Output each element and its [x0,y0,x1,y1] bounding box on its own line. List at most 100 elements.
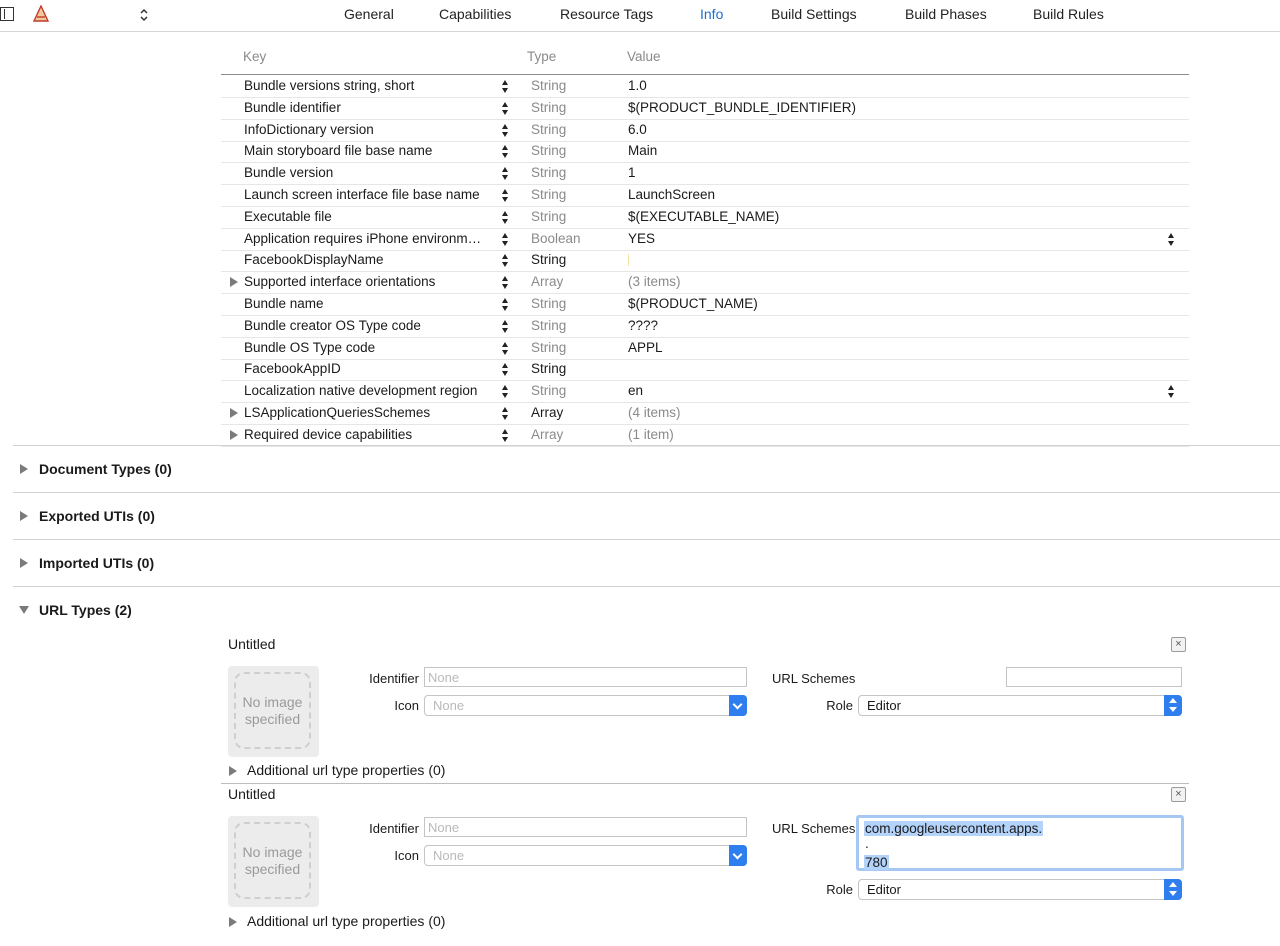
disclosure-right-icon[interactable] [229,917,237,927]
url-type-image-well[interactable]: No image specified [228,666,319,757]
plist-key[interactable]: FacebookDisplayName [244,252,494,267]
plist-type[interactable]: String [531,122,566,137]
plist-row[interactable]: Bundle version String 1 [221,163,1189,186]
plist-value[interactable]: YES [628,231,655,246]
plist-row[interactable]: Localization native development region St… [221,381,1189,404]
plist-value[interactable]: (1 item) [628,427,674,442]
tab-capabilities[interactable]: Capabilities [439,6,511,22]
close-icon[interactable]: × [1171,787,1186,802]
navigator-toggle-icon[interactable] [0,7,14,21]
chevron-up-down-icon[interactable] [1164,695,1182,716]
plist-type[interactable]: String [531,296,566,311]
key-stepper-icon[interactable] [501,253,511,269]
project-target-icon[interactable] [32,4,50,23]
plist-value[interactable]: ???? [628,318,658,333]
tab-info[interactable]: Info [700,6,723,22]
plist-key[interactable]: Bundle OS Type code [244,340,494,355]
plist-row[interactable]: Supported interface orientations Array (3 … [221,272,1189,295]
key-stepper-icon[interactable] [501,210,511,226]
plist-value[interactable]: 6.0 [628,122,647,137]
plist-value[interactable]: en [628,383,643,398]
plist-key[interactable]: Required device capabilities [244,427,494,442]
target-selector-chevron-icon[interactable] [139,7,149,23]
value-popup-stepper-icon[interactable] [1167,232,1177,248]
key-stepper-icon[interactable] [501,166,511,182]
key-stepper-icon[interactable] [501,232,511,248]
plist-row[interactable]: FacebookDisplayName String [221,250,1189,273]
plist-value[interactable]: (4 items) [628,405,681,420]
section-document-types[interactable]: Document Types (0) [39,461,172,477]
plist-type[interactable]: String [531,78,566,93]
tab-build-settings[interactable]: Build Settings [771,6,857,22]
section-url-types[interactable]: URL Types (2) [39,602,132,618]
tab-build-rules[interactable]: Build Rules [1033,6,1104,22]
key-stepper-icon[interactable] [501,101,511,117]
plist-row[interactable]: FacebookAppID String [221,359,1189,382]
plist-key[interactable]: Bundle name [244,296,494,311]
plist-value[interactable]: LaunchScreen [628,187,715,202]
disclosure-right-icon[interactable] [230,429,238,440]
plist-type[interactable]: String [531,318,566,333]
plist-type[interactable]: Array [531,405,563,420]
disclosure-right-icon[interactable] [20,511,28,521]
plist-type[interactable]: String [531,340,566,355]
disclosure-right-icon[interactable] [229,766,237,776]
plist-row[interactable]: Bundle creator OS Type code String???? [221,316,1189,338]
plist-type[interactable]: String [531,100,566,115]
icon-popup[interactable]: None [424,845,747,866]
key-stepper-icon[interactable] [501,297,511,313]
plist-key[interactable]: Launch screen interface file base name [244,187,494,202]
key-stepper-icon[interactable] [501,384,511,400]
disclosure-right-icon[interactable] [230,408,238,418]
plist-type[interactable]: String [531,187,566,202]
plist-row[interactable]: Bundle identifier String $(PRODUCT_BUNDLE_… [221,98,1189,120]
plist-value[interactable]: $(EXECUTABLE_NAME) [628,209,779,224]
plist-type[interactable]: Boolean [531,231,581,246]
plist-type[interactable]: String [531,383,566,398]
plist-key[interactable]: Bundle version [244,165,494,180]
plist-type[interactable]: String [531,165,566,180]
key-stepper-icon[interactable] [501,79,511,95]
chevron-down-icon[interactable] [729,845,747,866]
plist-row[interactable]: Bundle OS Type code String APPL [221,338,1189,360]
key-stepper-icon[interactable] [501,319,511,335]
role-popup[interactable]: Editor [858,879,1182,900]
plist-value[interactable]: (3 items) [628,274,681,289]
key-stepper-icon[interactable] [501,406,511,422]
column-header-value[interactable]: Value [627,49,661,64]
additional-properties-toggle[interactable]: Additional url type properties (0) [247,762,445,778]
value-popup-stepper-icon[interactable] [1167,384,1177,400]
column-header-key[interactable]: Key [243,49,266,64]
identifier-field[interactable]: None [424,817,747,837]
identifier-field[interactable]: None [424,667,747,687]
disclosure-right-icon[interactable] [230,277,238,288]
key-stepper-icon[interactable] [501,123,511,139]
tab-resource-tags[interactable]: Resource Tags [560,6,653,22]
key-stepper-icon[interactable] [501,362,511,378]
plist-type[interactable]: String [531,143,566,158]
plist-key[interactable]: FacebookAppID [244,361,494,376]
plist-row[interactable]: Application requires iPhone environm… Boo… [221,229,1189,251]
plist-row[interactable]: Launch screen interface file base name St… [221,185,1189,207]
plist-key[interactable]: Application requires iPhone environm… [244,231,494,246]
chevron-down-icon[interactable] [729,695,747,716]
url-schemes-editor[interactable]: com.googleusercontent.apps. . 780 [856,815,1184,871]
tab-general[interactable]: General [344,6,394,22]
key-stepper-icon[interactable] [501,275,511,291]
plist-row[interactable]: InfoDictionary version String 6.0 [221,120,1189,142]
key-stepper-icon[interactable] [501,188,511,204]
plist-type[interactable]: String [531,361,566,376]
key-stepper-icon[interactable] [501,144,511,160]
plist-key[interactable]: Bundle versions string, short [244,78,494,93]
key-stepper-icon[interactable] [501,428,511,444]
plist-type[interactable]: String [531,209,566,224]
plist-key[interactable]: Executable file [244,209,494,224]
plist-key[interactable]: Localization native development region [244,383,494,398]
close-icon[interactable]: × [1171,637,1186,652]
section-exported-utis[interactable]: Exported UTIs (0) [39,508,155,524]
chevron-up-down-icon[interactable] [1164,879,1182,900]
plist-value[interactable]: $(PRODUCT_BUNDLE_IDENTIFIER) [628,100,856,115]
url-type-image-well[interactable]: No image specified [228,816,319,907]
plist-row[interactable]: Bundle versions string, short String 1.0 [221,76,1189,98]
disclosure-right-icon[interactable] [20,464,28,474]
